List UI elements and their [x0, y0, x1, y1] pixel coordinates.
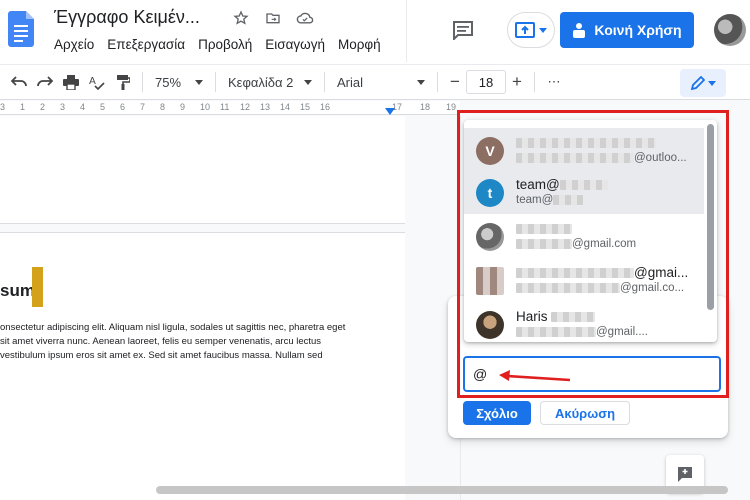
formatting-toolbar: A 75% Κεφαλίδα 2 Arial − 18 + ⋯ — [0, 64, 750, 100]
ruler-label: 7 — [140, 102, 146, 112]
horizontal-ruler[interactable]: 3 1 2 3 4 5 6 7 8 9 10 11 12 13 14 15 16… — [0, 101, 460, 115]
present-button[interactable] — [507, 12, 555, 48]
menu-view[interactable]: Προβολή — [198, 37, 252, 52]
highlight-frame — [457, 110, 729, 398]
decrease-font-size-button[interactable]: − — [444, 70, 466, 94]
paragraph-line: vestibulum ipsum eros sit amet ex. Sed s… — [0, 350, 323, 361]
cloud-saved-icon[interactable] — [296, 9, 314, 27]
document-page[interactable]: sum onsectetur adipiscing elit. Aliquam … — [0, 232, 405, 500]
right-indent-marker[interactable] — [385, 108, 395, 115]
ruler-label: 12 — [240, 102, 251, 112]
chevron-down-icon — [417, 79, 425, 85]
ruler-label: 8 — [160, 102, 166, 112]
ruler-label: 11 — [220, 102, 230, 112]
ruler-label: 13 — [260, 102, 271, 112]
document-page[interactable] — [0, 116, 405, 224]
app-header: Έγγραφο Κειμέν... Αρχείο Επεξεργασία Προ… — [0, 0, 750, 64]
increase-font-size-button[interactable]: + — [506, 70, 528, 94]
menu-insert[interactable]: Εισαγωγή — [265, 37, 325, 52]
toolbar-divider — [534, 72, 535, 92]
header-right: Κοινή Χρήση — [407, 0, 750, 62]
paragraph-style-select[interactable]: Κεφαλίδα 2 — [222, 69, 318, 95]
menu-file[interactable]: Αρχείο — [54, 37, 94, 52]
ruler-label: 3 — [0, 102, 6, 112]
ruler-label: 5 — [100, 102, 106, 112]
move-folder-icon[interactable] — [264, 9, 282, 27]
font-size-input[interactable]: 18 — [466, 70, 506, 94]
star-icon[interactable] — [232, 9, 250, 27]
document-heading: sum — [0, 281, 35, 300]
ruler-label: 3 — [60, 102, 66, 112]
menu-edit[interactable]: Επεξεργασία — [107, 37, 185, 52]
paragraph-line: onsectetur adipiscing elit. Aliquam nisl… — [0, 322, 346, 333]
paragraph-line: sit amet viverra nunc. Aenean laoreet, f… — [0, 336, 322, 347]
svg-text:A: A — [89, 76, 96, 87]
toolbar-divider — [437, 72, 438, 92]
document-paragraph: onsectetur adipiscing elit. Aliquam nisl… — [0, 321, 390, 363]
comment-history-icon[interactable] — [452, 20, 474, 40]
paint-format-icon[interactable] — [110, 69, 136, 95]
toolbar-divider — [215, 72, 216, 92]
toolbar-divider — [324, 72, 325, 92]
document-title[interactable]: Έγγραφο Κειμέν... — [54, 7, 200, 28]
menu-bar: Αρχείο Επεξεργασία Προβολή Εισαγωγή Μορφ… — [54, 37, 381, 52]
ruler-label: 16 — [320, 102, 331, 112]
google-docs-window: Έγγραφο Κειμέν... Αρχείο Επεξεργασία Προ… — [0, 0, 750, 500]
zoom-select[interactable]: 75% — [149, 69, 209, 95]
docs-logo-icon[interactable] — [8, 11, 34, 47]
add-comment-icon — [678, 467, 692, 482]
cancel-comment-button[interactable]: Ακύρωση — [540, 401, 630, 425]
more-options-icon[interactable]: ⋯ — [541, 69, 567, 95]
paragraph-style-value: Κεφαλίδα 2 — [228, 74, 294, 90]
share-label: Κοινή Χρήση — [594, 22, 682, 38]
ruler-label: 6 — [120, 102, 126, 112]
share-button[interactable]: Κοινή Χρήση — [560, 12, 694, 48]
ruler-label: 2 — [40, 102, 46, 112]
undo-icon[interactable] — [6, 69, 32, 95]
ruler-label: 1 — [20, 102, 26, 112]
chevron-down-icon — [195, 79, 203, 85]
menu-format[interactable]: Μορφή — [338, 37, 381, 52]
account-avatar[interactable] — [714, 14, 746, 46]
lock-person-icon — [573, 23, 586, 38]
print-icon[interactable] — [58, 69, 84, 95]
title-actions — [232, 9, 314, 27]
toolbar-divider — [142, 72, 143, 92]
chevron-down-icon — [707, 80, 716, 86]
ruler-label: 18 — [420, 102, 431, 112]
ruler-label: 10 — [200, 102, 211, 112]
horizontal-scrollbar[interactable] — [156, 486, 728, 494]
ruler-label: 4 — [80, 102, 86, 112]
annotation-arrow-icon — [499, 370, 571, 382]
redo-icon[interactable] — [32, 69, 58, 95]
comment-highlight-bar — [32, 267, 43, 307]
present-icon — [515, 22, 535, 38]
font-family-value: Arial — [337, 74, 364, 90]
ruler-label: 19 — [446, 102, 457, 112]
editing-mode-button[interactable] — [680, 69, 726, 97]
chevron-down-icon — [539, 27, 547, 33]
submit-comment-button[interactable]: Σχόλιο — [463, 401, 531, 425]
ruler-label: 15 — [300, 102, 311, 112]
font-family-select[interactable]: Arial — [331, 69, 431, 95]
spellcheck-icon[interactable]: A — [84, 69, 110, 95]
zoom-value: 75% — [155, 74, 182, 90]
chevron-down-icon — [304, 79, 312, 85]
ruler-label: 14 — [280, 102, 291, 112]
ruler-label: 9 — [180, 102, 186, 112]
pencil-icon — [690, 76, 705, 90]
